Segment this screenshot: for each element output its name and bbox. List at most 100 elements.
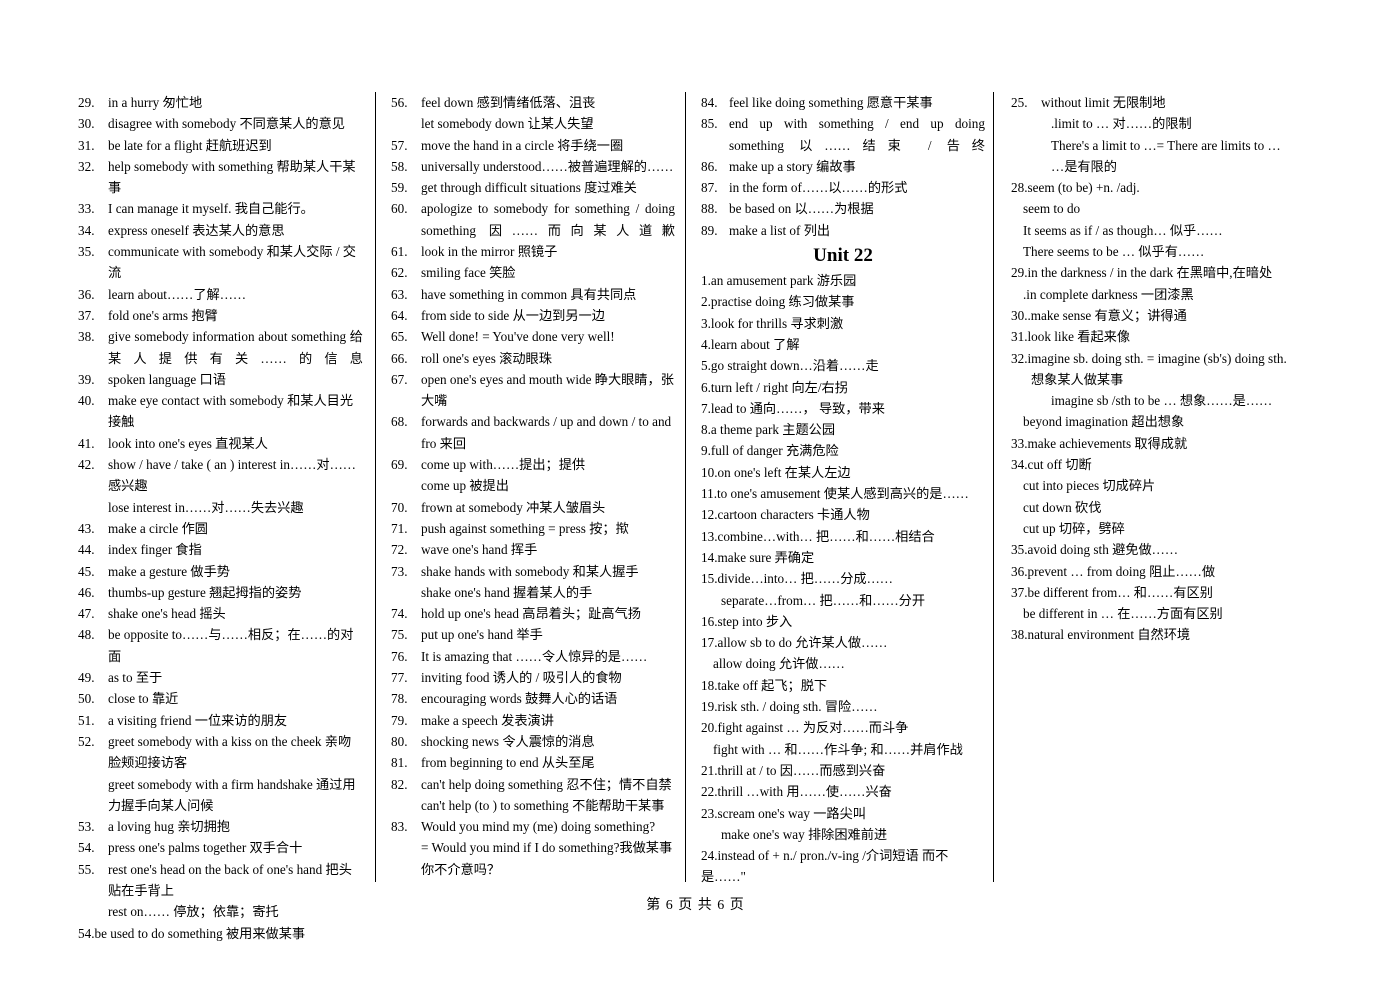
- list-item: 55. rest one's head on the back of one's …: [78, 859, 363, 902]
- list-item: 73. shake hands with somebody 和某人握手: [391, 561, 675, 582]
- list-item: 34. express oneself 表达某人的意思: [78, 220, 363, 241]
- item-number: 55.: [78, 861, 95, 877]
- item-text: move the hand in a circle 将手绕一圈: [421, 137, 624, 153]
- list-item: 33. I can manage it myself. 我自己能行。: [78, 198, 363, 219]
- list-item-continuation: separate…from… 把……和……分开: [721, 592, 926, 608]
- list-item: 50. close to 靠近: [78, 688, 363, 709]
- item-number: 59.: [391, 180, 408, 196]
- list-item: 41. look into one's eyes 直视某人: [78, 433, 363, 454]
- item-number: 7.: [701, 400, 711, 416]
- list-item: 40. make eye contact with somebody 和某人目光接…: [78, 390, 363, 433]
- item-number: 31.: [78, 137, 95, 153]
- item-text: Well done! = You've done very well!: [421, 329, 615, 345]
- item-number: 21.: [701, 762, 718, 778]
- list-item-continuation: .in complete darkness 一团漆黑: [1023, 286, 1194, 302]
- list-item: 61. look in the mirror 照镜子: [391, 241, 675, 262]
- list-item: 54. press one's palms together 双手合十: [78, 837, 363, 858]
- item-number: 15.: [701, 571, 718, 587]
- item-number: 48.: [78, 627, 95, 643]
- item-number: 30.: [78, 116, 95, 132]
- item-number: 83.: [391, 819, 408, 835]
- vocabulary-column-3: 84. feel like doing something 愿意干某事 85. en…: [685, 92, 993, 884]
- item-text: to one's amusement 使某人感到高兴的是……: [717, 486, 969, 502]
- item-text: risk sth. / doing sth. 冒险……: [717, 699, 878, 715]
- item-number: 18.: [701, 677, 718, 693]
- item-text: divide…into… 把……分成……: [717, 571, 893, 587]
- list-item: 17.allow sb to do 允许某人做……: [701, 632, 985, 653]
- item-text: cartoon characters 卡通人物: [717, 507, 870, 523]
- list-item-continuation: = Would you mind if I do something?我做某事你…: [421, 840, 673, 877]
- list-item: 56. feel down 感到情绪低落、沮丧: [391, 92, 675, 113]
- list-item-continuation: fight with … 和……作斗争; 和……并肩作战: [713, 741, 963, 757]
- vocabulary-column-2: 56. feel down 感到情绪低落、沮丧 let somebody down…: [375, 92, 685, 882]
- list-item-continuation: imagine sb /sth to be … 想象……是……: [1051, 393, 1273, 409]
- list-item: 45. make a gesture 做手势: [78, 561, 363, 582]
- list-item: 79. make a speech 发表演讲: [391, 710, 675, 731]
- item-number: 79.: [391, 712, 408, 728]
- item-number: 63.: [391, 286, 408, 302]
- list-item-continuation: make one's way 排除困难前进: [721, 826, 888, 842]
- item-text: look into one's eyes 直视某人: [108, 435, 268, 451]
- list-item: 33.make achievements 取得成就: [1011, 433, 1323, 454]
- list-item: 84. feel like doing something 愿意干某事: [701, 92, 985, 113]
- list-item: 70. frown at somebody 冲某人皱眉头: [391, 497, 675, 518]
- item-number: 1.: [701, 273, 711, 289]
- item-number: 9.: [701, 443, 711, 459]
- list-item-continuation: be different in … 在……方面有区别: [1023, 606, 1223, 622]
- item-text: end up with something / end up doing som…: [729, 116, 985, 153]
- item-text: make eye contact with somebody 和某人目光接触: [108, 393, 354, 430]
- list-item-continuation: …是有限的: [1051, 158, 1117, 174]
- list-item-continuation: It seems as if / as though… 似乎……: [1023, 222, 1223, 238]
- list-item: 30..make sense 有意义；讲得通: [1011, 305, 1323, 326]
- list-item: 37. fold one's arms 抱臂: [78, 305, 363, 326]
- item-text: learn about……了解……: [108, 286, 247, 302]
- item-text: show / have / take ( an ) interest in……对…: [108, 457, 356, 494]
- item-number: 33.: [78, 201, 95, 217]
- item-text: make up a story 编故事: [729, 158, 856, 174]
- item-number: 78.: [391, 691, 408, 707]
- item-number: 34.: [78, 222, 95, 238]
- item-text: a loving hug 亲切拥抱: [108, 819, 230, 835]
- item-number: 51.: [78, 712, 95, 728]
- item-text: Would you mind my (me) doing something?: [421, 819, 656, 835]
- list-item: 67. open one's eyes and mouth wide 睁大眼睛，张…: [391, 369, 675, 412]
- item-text: It is amazing that ……令人惊异的是……: [421, 648, 648, 664]
- list-item: 19.risk sth. / doing sth. 冒险……: [701, 696, 985, 717]
- item-number: 29.: [1011, 265, 1028, 281]
- list-item: 72. wave one's hand 挥手: [391, 539, 675, 560]
- item-text: fold one's arms 抱臂: [108, 307, 218, 323]
- list-item: 2.practise doing 练习做某事: [701, 291, 985, 312]
- list-item: 15.divide…into… 把……分成……: [701, 568, 985, 589]
- item-number: 77.: [391, 670, 408, 686]
- item-number: 53.: [78, 819, 95, 835]
- item-text: go straight down…沿着……走: [710, 358, 879, 374]
- item-number: 89.: [701, 222, 718, 238]
- list-item: 78. encouraging words 鼓舞人心的话语: [391, 688, 675, 709]
- item-number: 34.: [1011, 457, 1028, 473]
- vocabulary-column-4: 25. without limit 无限制地 .limit to … 对……的限制…: [993, 92, 1323, 882]
- item-text: as to 至于: [108, 670, 163, 686]
- item-text: encouraging words 鼓舞人心的话语: [421, 691, 618, 707]
- list-item-continuation: can't help (to ) to something 不能帮助干某事: [421, 797, 665, 813]
- item-text: an amusement park 游乐园: [710, 273, 857, 289]
- item-number: 29.: [78, 95, 95, 110]
- item-text: push against something = press 按；揿: [421, 520, 629, 536]
- list-item: 35. communicate with somebody 和某人交际 / 交流: [78, 241, 363, 284]
- item-number: 25.: [1011, 95, 1028, 110]
- item-text: on one's left 在某人左边: [717, 464, 851, 480]
- item-text: be late for a flight 赶航班迟到: [108, 137, 272, 153]
- item-number: 44.: [78, 542, 95, 558]
- item-text: in the form of……以……的形式: [729, 180, 908, 196]
- item-number: 14.: [701, 549, 718, 565]
- list-item: 31.look like 看起来像: [1011, 326, 1323, 347]
- item-number: 39.: [78, 371, 95, 387]
- item-text: imagine sb. doing sth. = imagine (sb's) …: [1027, 350, 1287, 366]
- list-item: 1.an amusement park 游乐园: [701, 270, 985, 291]
- item-number: 73.: [391, 563, 408, 579]
- item-text: rest one's head on the back of one's han…: [108, 861, 352, 898]
- item-text: from side to side 从一边到另一边: [421, 307, 605, 323]
- list-item: 48. be opposite to……与……相反；在……的对面: [78, 624, 363, 667]
- item-text: take off 起飞；脱下: [717, 677, 828, 693]
- item-number: 40.: [78, 393, 95, 409]
- list-item: 51. a visiting friend 一位来访的朋友: [78, 710, 363, 731]
